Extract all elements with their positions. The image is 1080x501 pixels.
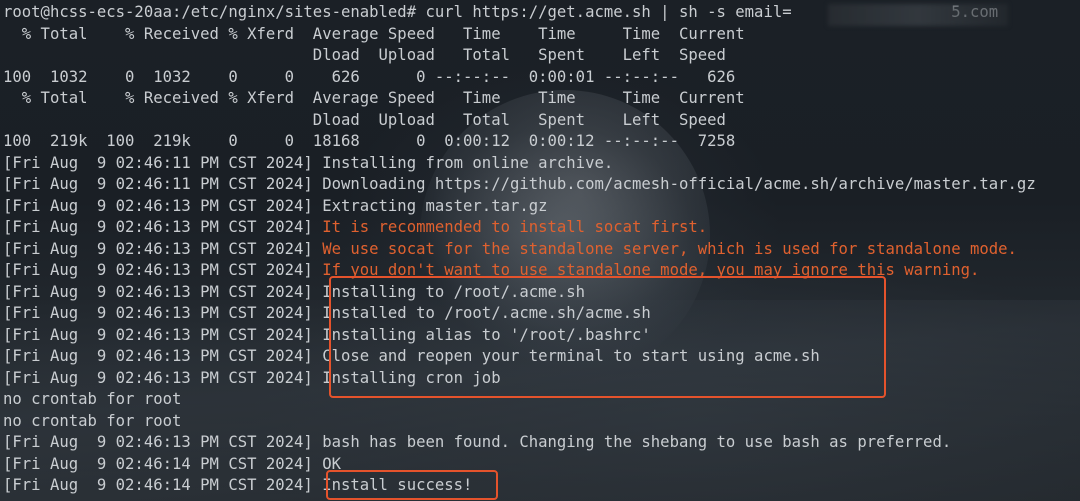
line-timestamp: [Fri Aug 9 02:46:13 PM CST 2024] [3, 347, 323, 365]
line-message: no crontab for root [3, 390, 182, 408]
warning-message: We use socat for the standalone server, … [322, 239, 1017, 258]
line-timestamp: [Fri Aug 9 02:46:13 PM CST 2024] [3, 368, 323, 387]
line-timestamp: [Fri Aug 9 02:46:13 PM CST 2024] [3, 239, 323, 258]
install-steps-highlight [329, 276, 886, 398]
line-message: 100 219k 100 219k 0 0 18168 0 0:00:12 0:… [3, 132, 736, 150]
terminal-window[interactable]: root@hcss-ecs-20aa:/etc/nginx/sites-enab… [0, 0, 1080, 501]
line-timestamp: [Fri Aug 9 02:46:13 PM CST 2024] [3, 261, 323, 279]
terminal-output: root@hcss-ecs-20aa:/etc/nginx/sites-enab… [3, 2, 1036, 497]
terminal-line: Dload Upload Total Spent Left Speed [3, 45, 1036, 67]
line-timestamp: [Fri Aug 9 02:46:13 PM CST 2024] [3, 196, 323, 215]
line-message: 100 1032 0 1032 0 0 626 0 --:--:-- 0:00:… [3, 67, 736, 86]
terminal-line: [Fri Aug 9 02:46:14 PM CST 2024] OK [3, 454, 1036, 476]
terminal-line: [Fri Aug 9 02:46:13 PM CST 2024] Extract… [3, 196, 1036, 218]
terminal-line: % Total % Received % Xferd Average Speed… [3, 24, 1036, 46]
line-timestamp: [Fri Aug 9 02:46:13 PM CST 2024] [3, 282, 323, 301]
line-timestamp: [Fri Aug 9 02:46:11 PM CST 2024] [3, 153, 323, 172]
terminal-line: [Fri Aug 9 02:46:11 PM CST 2024] Downloa… [3, 174, 1036, 196]
line-message: Downloading https://github.com/acmesh-of… [322, 175, 1036, 193]
redacted-email [828, 4, 1008, 26]
warning-message: It is recommended to install socat first… [322, 218, 708, 236]
terminal-line: 100 1032 0 1032 0 0 626 0 --:--:-- 0:00:… [3, 67, 1036, 89]
terminal-line: [Fri Aug 9 02:46:13 PM CST 2024] bash ha… [3, 432, 1036, 454]
line-message: bash has been found. Changing the sheban… [322, 433, 952, 451]
line-timestamp: [Fri Aug 9 02:46:13 PM CST 2024] [3, 433, 323, 451]
line-message: % Total % Received % Xferd Average Speed… [3, 89, 745, 107]
line-message: Dload Upload Total Spent Left Speed [3, 110, 726, 129]
line-message: Dload Upload Total Spent Left Speed [3, 46, 726, 64]
terminal-line: no crontab for root [3, 411, 1036, 433]
terminal-line: [Fri Aug 9 02:46:14 PM CST 2024] Install… [3, 475, 1036, 497]
line-timestamp: [Fri Aug 9 02:46:13 PM CST 2024] [3, 304, 323, 322]
line-message: % Total % Received % Xferd Average Speed… [3, 24, 745, 43]
terminal-line: 100 219k 100 219k 0 0 18168 0 0:00:12 0:… [3, 131, 1036, 153]
line-timestamp: [Fri Aug 9 02:46:14 PM CST 2024] [3, 454, 323, 473]
terminal-line: [Fri Aug 9 02:46:13 PM CST 2024] It is r… [3, 217, 1036, 239]
line-message: no crontab for root [3, 411, 182, 430]
line-timestamp: [Fri Aug 9 02:46:11 PM CST 2024] [3, 175, 323, 193]
install-success-highlight [326, 470, 498, 500]
terminal-line: Dload Upload Total Spent Left Speed [3, 110, 1036, 132]
line-timestamp: [Fri Aug 9 02:46:13 PM CST 2024] [3, 325, 323, 344]
terminal-line: [Fri Aug 9 02:46:13 PM CST 2024] We use … [3, 239, 1036, 261]
line-message: Extracting master.tar.gz [322, 196, 548, 215]
line-timestamp: [Fri Aug 9 02:46:14 PM CST 2024] [3, 476, 323, 494]
terminal-line: % Total % Received % Xferd Average Speed… [3, 88, 1036, 110]
line-timestamp: [Fri Aug 9 02:46:13 PM CST 2024] [3, 218, 323, 236]
terminal-line: [Fri Aug 9 02:46:11 PM CST 2024] Install… [3, 153, 1036, 175]
line-message: Installing from online archive. [322, 153, 614, 172]
